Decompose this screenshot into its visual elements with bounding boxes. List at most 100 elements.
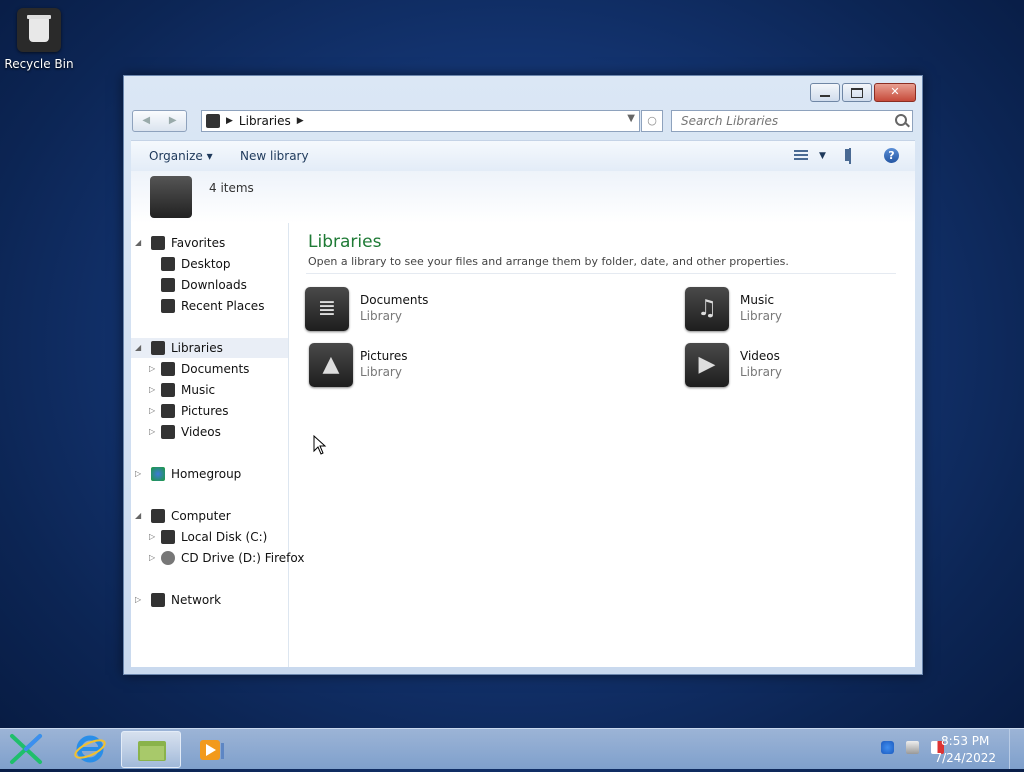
internet-explorer-icon — [74, 735, 106, 763]
expand-icon[interactable]: ▷ — [149, 548, 155, 568]
clock-date: 7/24/2022 — [934, 751, 996, 765]
videos-icon — [161, 425, 175, 439]
library-name: Documents — [360, 293, 429, 307]
tree-item-videos[interactable]: ▷ Videos — [149, 422, 221, 442]
library-tile-music[interactable]: ♫ Music Library — [683, 287, 923, 333]
expand-icon[interactable]: ▷ — [149, 380, 155, 400]
recent-places-icon — [161, 299, 175, 313]
library-tile-documents[interactable]: ≣ Documents Library — [305, 287, 669, 333]
recycle-bin-desktop-icon[interactable]: Recycle Bin — [4, 8, 74, 71]
tree-item-pictures[interactable]: ▷ Pictures — [149, 401, 229, 421]
start-button[interactable] — [6, 733, 46, 765]
organize-button[interactable]: Organize ▾ — [149, 149, 213, 163]
address-bar[interactable]: ▶ Libraries ▶ ▼ — [201, 110, 640, 132]
collapse-icon[interactable]: ◢ — [135, 338, 141, 358]
new-library-button[interactable]: New library — [240, 149, 309, 163]
library-tile-videos[interactable]: ▶ Videos Library — [683, 343, 923, 389]
tree-item-downloads[interactable]: Downloads — [161, 275, 247, 295]
music-icon — [161, 383, 175, 397]
tree-item-recent-places[interactable]: Recent Places — [161, 296, 264, 316]
library-view: Libraries Open a library to see your fil… — [289, 223, 915, 667]
local-disk-icon — [161, 530, 175, 544]
explorer-window: ✕ ◀ ▶ ▶ Libraries ▶ ▼ ○ Organize ▾ New l… — [123, 75, 923, 675]
libraries-icon — [151, 341, 165, 355]
library-name: Videos — [740, 349, 780, 363]
expand-icon[interactable]: ▷ — [149, 527, 155, 547]
start-x-icon — [10, 734, 42, 764]
computer-icon — [151, 509, 165, 523]
videos-icon: ▶ — [685, 343, 729, 387]
address-dropdown-icon[interactable]: ▼ — [627, 113, 635, 124]
mouse-cursor-icon — [313, 435, 327, 455]
taskbar-internet-explorer[interactable] — [62, 731, 120, 766]
documents-icon: ≣ — [305, 287, 349, 331]
libraries-large-icon — [150, 176, 192, 218]
breadcrumb-libraries[interactable]: Libraries — [239, 114, 291, 128]
tree-item-desktop[interactable]: Desktop — [161, 254, 231, 274]
search-input[interactable] — [679, 113, 883, 129]
library-name: Music — [740, 293, 775, 307]
navigation-bar: ◀ ▶ ▶ Libraries ▶ ▼ ○ — [132, 109, 914, 133]
expand-icon[interactable]: ▷ — [149, 359, 155, 379]
preview-pane-icon[interactable] — [849, 148, 851, 164]
tree-computer[interactable]: ◢ Computer — [135, 506, 231, 526]
tree-item-cd-drive[interactable]: ▷ CD Drive (D:) Firefox — [149, 548, 304, 568]
library-type: Library — [740, 309, 782, 323]
search-icon[interactable] — [895, 114, 907, 126]
details-header: 4 items — [131, 171, 915, 223]
library-tile-pictures[interactable]: ▲ Pictures Library — [305, 343, 545, 389]
command-bar: Organize ▾ New library ▼ ? — [131, 140, 915, 172]
network-status-icon[interactable] — [906, 741, 919, 754]
file-explorer-icon — [138, 741, 166, 761]
taskbar: 8:53 PM 7/24/2022 — [0, 728, 1024, 769]
page-title: Libraries — [308, 232, 382, 252]
expand-icon[interactable]: ▷ — [149, 422, 155, 442]
libraries-icon — [206, 114, 220, 128]
expand-icon[interactable]: ▷ — [135, 464, 141, 484]
tree-libraries[interactable]: ◢ Libraries — [131, 338, 288, 358]
chevron-right-icon[interactable]: ▶ — [297, 116, 304, 126]
homegroup-icon — [151, 467, 165, 481]
back-button[interactable]: ◀ — [133, 111, 160, 131]
pictures-icon: ▲ — [309, 343, 353, 387]
taskbar-media-player[interactable] — [184, 731, 242, 766]
clock-time: 8:53 PM — [941, 734, 990, 748]
search-box[interactable] — [671, 110, 913, 132]
pictures-icon — [161, 404, 175, 418]
tree-item-documents[interactable]: ▷ Documents — [149, 359, 249, 379]
maximize-button[interactable] — [842, 83, 872, 102]
collapse-icon[interactable]: ◢ — [135, 233, 141, 253]
tree-item-local-disk[interactable]: ▷ Local Disk (C:) — [149, 527, 267, 547]
chevron-right-icon[interactable]: ▶ — [226, 116, 233, 126]
documents-icon — [161, 362, 175, 376]
recycle-bin-icon — [17, 8, 61, 52]
recycle-bin-label: Recycle Bin — [4, 57, 74, 71]
tree-item-music[interactable]: ▷ Music — [149, 380, 215, 400]
items-count: 4 items — [209, 181, 254, 195]
close-button[interactable]: ✕ — [874, 83, 916, 102]
library-type: Library — [360, 309, 402, 323]
caption-buttons: ✕ — [810, 83, 916, 102]
refresh-button[interactable]: ○ — [641, 110, 663, 132]
minimize-button[interactable] — [810, 83, 840, 102]
tree-favorites[interactable]: ◢ Favorites — [135, 233, 225, 253]
collapse-icon[interactable]: ◢ — [135, 506, 141, 526]
tree-network[interactable]: ▷ Network — [135, 590, 221, 610]
expand-icon[interactable]: ▷ — [149, 401, 155, 421]
media-player-icon — [200, 740, 224, 760]
change-view-icon[interactable] — [794, 150, 808, 162]
tree-homegroup[interactable]: ▷ Homegroup — [135, 464, 241, 484]
taskbar-windows-explorer[interactable] — [121, 731, 181, 768]
taskbar-clock[interactable]: 8:53 PM 7/24/2022 — [934, 733, 996, 767]
action-center-icon[interactable] — [881, 741, 894, 754]
help-icon[interactable]: ? — [884, 148, 899, 163]
view-dropdown-icon[interactable]: ▼ — [819, 151, 826, 161]
library-type: Library — [360, 365, 402, 379]
show-desktop-button[interactable] — [1009, 729, 1024, 769]
expand-icon[interactable]: ▷ — [135, 590, 141, 610]
forward-button[interactable]: ▶ — [160, 111, 187, 131]
star-icon — [151, 236, 165, 250]
back-forward-buttons: ◀ ▶ — [132, 110, 187, 132]
cd-drive-icon — [161, 551, 175, 565]
desktop-icon — [161, 257, 175, 271]
